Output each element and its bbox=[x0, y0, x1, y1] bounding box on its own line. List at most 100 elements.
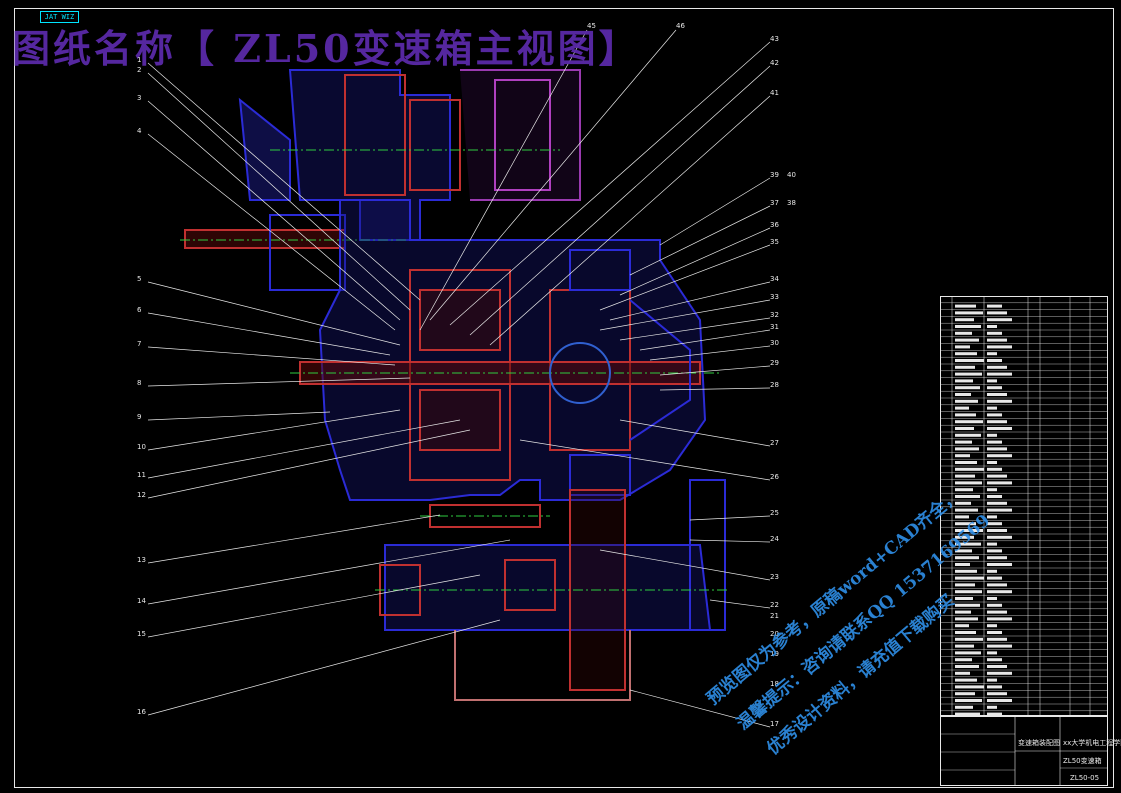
bom-row-text bbox=[955, 556, 979, 560]
bom-row-text bbox=[955, 651, 981, 655]
part-label-right: 22 bbox=[770, 601, 779, 609]
bom-row-text bbox=[955, 597, 973, 600]
bom-row-text bbox=[955, 311, 983, 315]
part-label-left: 10 bbox=[137, 443, 146, 451]
bom-row-text bbox=[987, 515, 997, 519]
bom-row-text bbox=[955, 624, 969, 628]
part-label-right: 34 bbox=[770, 275, 779, 283]
bom-row-text bbox=[955, 420, 983, 424]
bom-row-text bbox=[955, 345, 970, 349]
title-block: 变速箱装配图 xx大学机电工程学院 ZL50变速箱 ZL50-05 bbox=[940, 716, 1121, 786]
bom-row-text bbox=[987, 413, 1002, 417]
part-label-right: 40 bbox=[787, 171, 796, 179]
bom-row-text bbox=[955, 671, 970, 675]
bom-row-text bbox=[955, 359, 984, 362]
bom-row-text bbox=[955, 685, 984, 689]
part-label-right: 39 bbox=[770, 171, 779, 179]
bom-row-text bbox=[987, 705, 997, 709]
bom-row-text bbox=[955, 454, 970, 458]
bom-row-text bbox=[955, 413, 976, 417]
bom-row-text bbox=[987, 665, 1007, 668]
part-label-top: 46 bbox=[676, 22, 685, 30]
bom-row-text bbox=[955, 433, 981, 437]
bom-row-text bbox=[955, 365, 975, 369]
bom-row-text bbox=[987, 597, 997, 600]
bom-row-text bbox=[987, 461, 997, 464]
bom-row-text bbox=[987, 637, 1007, 641]
bom-row-text bbox=[987, 467, 1002, 471]
bom-row-text bbox=[955, 617, 978, 621]
bom-row-text bbox=[987, 631, 1002, 634]
bom-row-text bbox=[955, 393, 971, 396]
bom-row-text bbox=[955, 447, 979, 451]
bom-row-text bbox=[955, 352, 977, 356]
drawing-number: ZL50-05 bbox=[1070, 774, 1100, 782]
bom-row-text bbox=[955, 631, 976, 634]
part-label-right: 37 bbox=[770, 199, 779, 207]
bom-row-text bbox=[987, 556, 1007, 560]
bom-row-text bbox=[987, 563, 1012, 566]
bom-row-text bbox=[987, 651, 997, 655]
bom-row-text bbox=[955, 379, 973, 383]
part-label-top: 41 bbox=[770, 89, 779, 97]
part-label-right: 23 bbox=[770, 573, 779, 581]
bom-row-text bbox=[955, 610, 971, 614]
bom-row-text bbox=[955, 705, 973, 709]
part-label-left: 1 bbox=[137, 56, 142, 64]
bom-row-text bbox=[987, 345, 1012, 349]
bom-row-text bbox=[987, 610, 1007, 614]
bom-row-text bbox=[987, 433, 997, 437]
part-label-left: 11 bbox=[137, 471, 146, 479]
bom-row-text bbox=[987, 671, 1012, 675]
part-label-left: 16 bbox=[137, 708, 146, 716]
bom-row-text bbox=[987, 372, 1012, 376]
bom-row-text bbox=[955, 318, 974, 322]
bom-row-text bbox=[987, 365, 1007, 369]
part-label-top: 42 bbox=[770, 59, 779, 67]
part-label-right: 38 bbox=[787, 199, 796, 207]
bom-row-text bbox=[955, 678, 977, 682]
main-housing bbox=[290, 199, 720, 501]
bom-row-text bbox=[987, 447, 1007, 451]
part-label-right: 36 bbox=[770, 221, 779, 229]
bom-row-text bbox=[955, 440, 972, 444]
bom-row-text bbox=[987, 590, 1012, 594]
part-label-right: 30 bbox=[770, 339, 779, 347]
bom-row-text bbox=[955, 474, 975, 478]
part-label-left: 13 bbox=[137, 556, 146, 564]
bom-row-text bbox=[987, 481, 1012, 485]
bom-row-text bbox=[955, 467, 984, 471]
bom-row-text bbox=[987, 644, 1012, 648]
part-label-left: 9 bbox=[137, 413, 142, 421]
part-label-left: 15 bbox=[137, 630, 146, 638]
bom-row-text bbox=[987, 699, 1012, 702]
bom-row-text bbox=[987, 692, 1007, 696]
bom-row-text bbox=[955, 644, 974, 648]
part-label-top: 45 bbox=[587, 22, 596, 30]
part-label-right: 27 bbox=[770, 439, 779, 447]
bom-row-text bbox=[987, 583, 1007, 587]
bom-row-text bbox=[955, 488, 973, 492]
bom-row-text bbox=[987, 576, 1002, 580]
school-name: xx大学机电工程学院 bbox=[1063, 739, 1121, 747]
bom-row-text bbox=[955, 399, 978, 403]
bom-row-text bbox=[955, 583, 975, 587]
bom-row-text bbox=[987, 325, 997, 328]
part-label-right: 26 bbox=[770, 473, 779, 481]
bom-row-text bbox=[987, 440, 1002, 444]
part-label-left: 5 bbox=[137, 275, 142, 283]
bom-row-text bbox=[987, 569, 997, 573]
bom-row-text bbox=[955, 338, 979, 342]
bom-row-text bbox=[955, 406, 969, 410]
part-label-left: 3 bbox=[137, 94, 142, 102]
bom-row-text bbox=[987, 535, 1012, 539]
bom-row-text bbox=[955, 304, 976, 308]
bom-row-text bbox=[955, 658, 972, 662]
assembly-name: 变速箱装配图 bbox=[1018, 739, 1060, 747]
bom-row-text bbox=[987, 420, 1007, 424]
bom-row-text bbox=[987, 386, 1002, 390]
bom-row-text bbox=[955, 331, 972, 335]
output-section bbox=[375, 479, 730, 701]
bom-row-text bbox=[987, 508, 1012, 512]
part-label-left: 14 bbox=[137, 597, 146, 605]
